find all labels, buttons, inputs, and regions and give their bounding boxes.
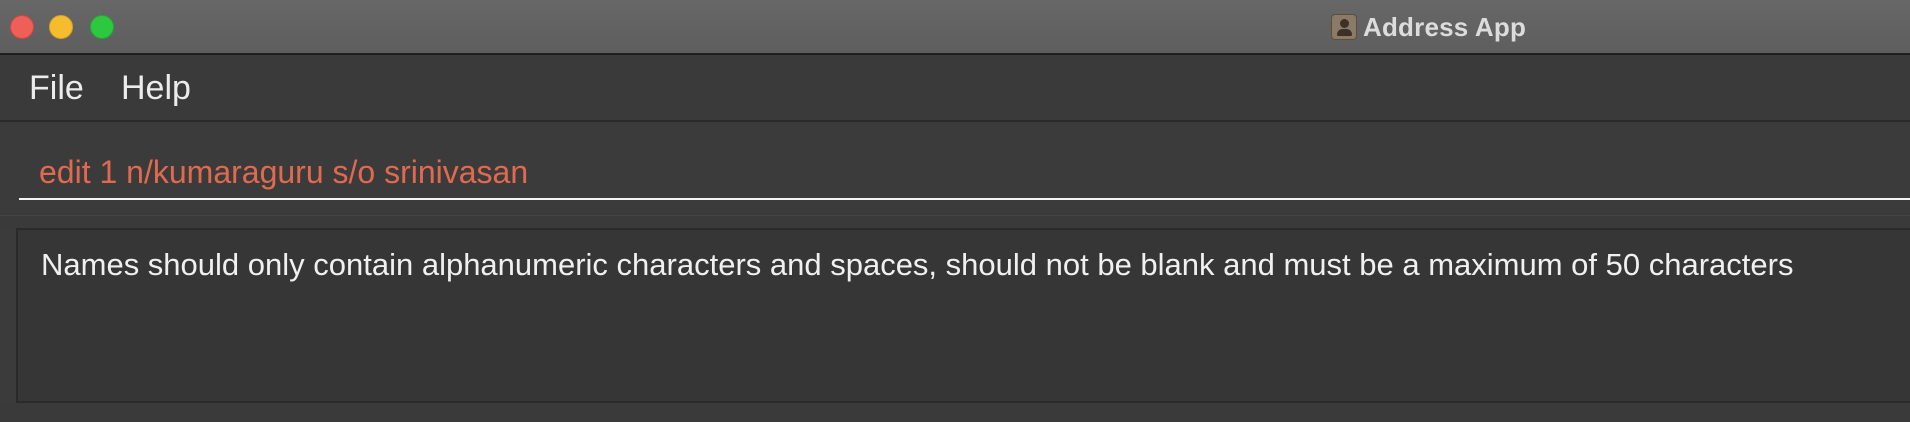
window-title-group: Address App [1331, 11, 1526, 43]
command-input[interactable]: edit 1 n/kumaraguru s/o srinivasan [19, 140, 1910, 200]
result-display[interactable]: Names should only contain alphanumeric c… [16, 228, 1910, 403]
divider [0, 215, 1910, 228]
window-title: Address App [1363, 11, 1527, 42]
maximize-window-button[interactable] [90, 15, 114, 39]
app-window: Address App File Help edit 1 n/kumaragur… [0, 0, 1910, 422]
address-book-icon [1331, 14, 1357, 40]
minimize-window-button[interactable] [49, 15, 73, 39]
menu-bar: File Help [0, 55, 1910, 122]
result-message: Names should only contain alphanumeric c… [41, 247, 1794, 282]
title-bar[interactable]: Address App [0, 0, 1910, 55]
close-window-button[interactable] [10, 15, 34, 39]
command-box-container: edit 1 n/kumaraguru s/o srinivasan [0, 122, 1910, 215]
bottom-divider [0, 403, 1910, 422]
menu-help[interactable]: Help [121, 70, 191, 106]
menu-file[interactable]: File [29, 70, 84, 106]
